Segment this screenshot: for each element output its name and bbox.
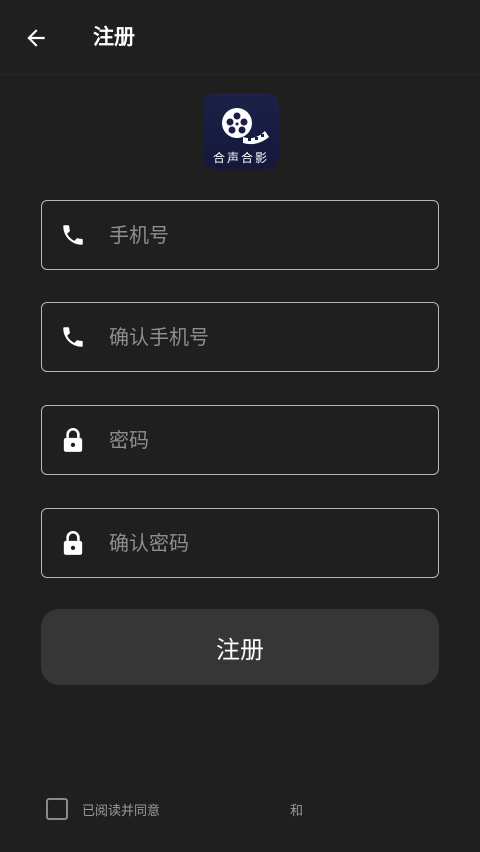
password-field[interactable] <box>41 405 439 475</box>
password-input[interactable] <box>109 420 409 460</box>
register-button[interactable]: 注册 <box>41 609 439 685</box>
lock-icon <box>59 426 87 454</box>
confirm-phone-field[interactable] <box>41 302 439 372</box>
app-logo: 合声合影 <box>203 93 279 169</box>
phone-icon <box>59 221 87 249</box>
agree-checkbox[interactable] <box>46 798 68 820</box>
app-header: 注册 <box>0 0 480 75</box>
page-title: 注册 <box>93 25 135 49</box>
back-button[interactable] <box>22 24 50 52</box>
film-reel-icon <box>222 108 269 145</box>
lock-icon <box>59 529 87 557</box>
agreement-prefix: 已阅读并同意 <box>82 803 161 819</box>
agreement-row: 已阅读并同意 和 <box>46 796 303 822</box>
arrow-left-icon <box>27 29 45 47</box>
logo-text: 合声合影 <box>212 151 269 165</box>
phone-input[interactable] <box>109 215 409 255</box>
confirm-password-input[interactable] <box>109 523 409 563</box>
phone-field[interactable] <box>41 200 439 270</box>
phone-icon <box>59 323 87 351</box>
confirm-phone-input[interactable] <box>109 317 409 357</box>
confirm-password-field[interactable] <box>41 508 439 578</box>
agreement-and: 和 <box>290 803 304 819</box>
